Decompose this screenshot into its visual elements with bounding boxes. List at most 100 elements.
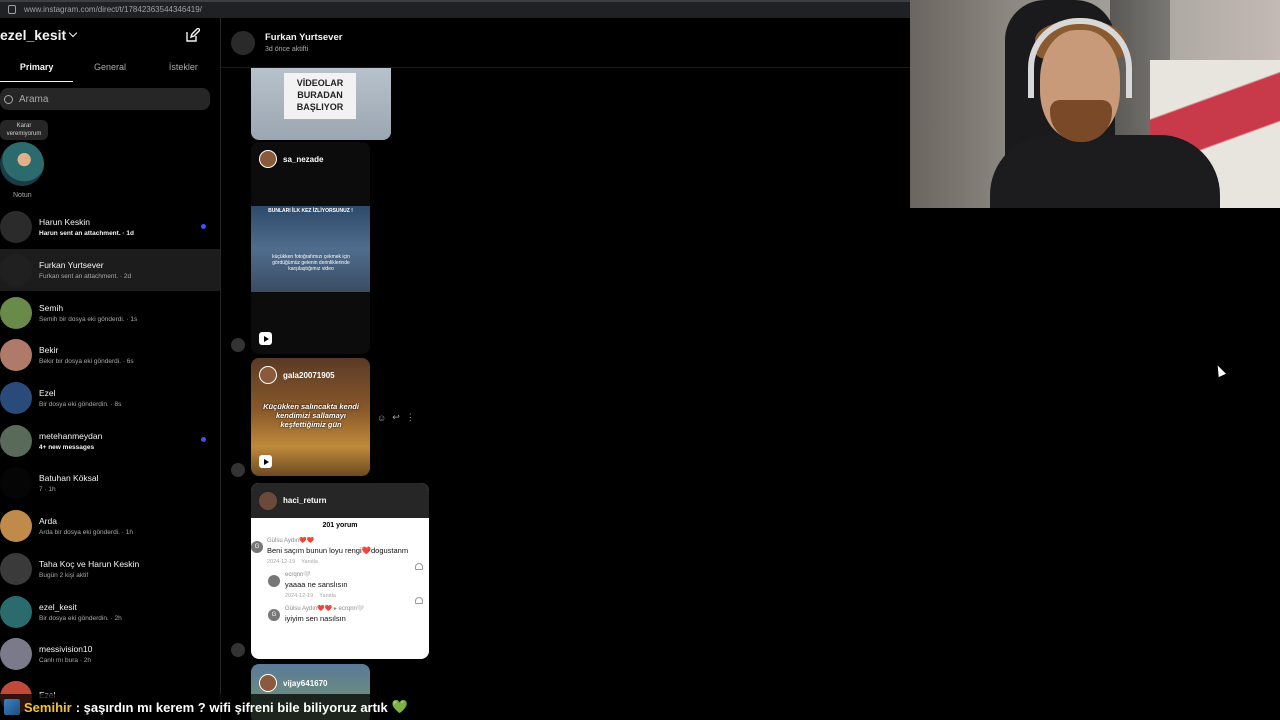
conversation-name: Taha Koç ve Harun Keskin [39,558,140,569]
reply-link[interactable]: Yanıtla [319,593,336,599]
avatar [0,142,44,186]
shared-reel[interactable]: gala20071905 Küçükken salıncakta kendi k… [251,358,370,476]
reel-caption: küçükken fotoğrafımızı çekmek için gördü… [272,254,350,272]
shared-reel[interactable]: sa_nezade BUNLARI İLK KEZ İZLİYORSUNUZ !… [251,142,370,354]
reel-caption: BUNLARI İLK KEZ İZLİYORSUNUZ ! [268,208,353,214]
heart-icon[interactable] [415,597,423,604]
conversation-item[interactable]: ezel_kesit Bir dosya eki gönderdin. · 2h [0,590,220,633]
avatar [0,339,32,372]
search-box[interactable] [0,88,210,110]
conversation-item[interactable]: Semih Semih bir dosya eki gönderdi. · 1s [0,291,220,334]
heart-icon[interactable] [415,563,423,570]
conversation-item[interactable]: Bekir Bekir bir dosya eki gönderdi. · 6s [0,334,220,377]
comment: ecrqnn🤍 yaaaa ne sanslısın 2024-12-19 Yanı… [251,571,429,604]
avatar [0,382,32,415]
comment-user: ecrqnn🤍 [285,572,311,578]
avatar: G [268,609,280,621]
avatar [259,366,277,384]
chat-panel: Furkan Yurtsever 3d önce aktifti VİDEOLA… [221,18,910,720]
conversation-name: Ezel [39,388,56,399]
comment-count: 201 yorum [322,522,358,529]
reel-owner: vijay641670 [259,674,328,692]
note[interactable]: Karar veremiyorum Notun [0,120,60,206]
conversation-name: messivision10 [39,644,93,655]
conversation-name: metehanmeydan [39,430,103,441]
conversation-preview: Semih bir dosya eki gönderdi. · 1s [39,315,138,323]
message-actions: ☺ ↩ ⋮ [377,412,415,423]
chat-emoji: 💚 [391,699,408,714]
new-message-button[interactable] [186,27,201,42]
comment-meta: 2024-12-19 Yanıtla [267,559,429,565]
comment-date: 2024-12-19 [267,559,296,565]
tab-requests[interactable]: İstekler [147,52,220,82]
conversation-name: Batuhan Köksal [39,473,99,484]
avatar [0,424,32,457]
stream-chat-message: Semihir : şaşırdın mı kerem ? wifi şifre… [0,694,532,720]
browser-url-bar[interactable]: www.instagram.com/direct/t/1784236354434… [0,0,910,18]
more-icon[interactable]: ⋮ [406,412,415,423]
comment-date: 2024-12-19 [285,593,314,599]
compose-icon [186,27,201,42]
reel-owner-name: gala20071905 [283,370,335,380]
conversation-item[interactable]: Harun Keskin Harun sent an attachment. · … [0,206,220,249]
conversation-item[interactable]: Ezel Bir dosya eki gönderdin. · 8s [0,377,220,420]
conversation-item[interactable]: Batuhan Köksal 7 · 1h [0,462,220,505]
conversation-preview: Harun sent an attachment. · 1d [39,230,134,238]
url-text[interactable]: www.instagram.com/direct/t/1784236354434… [24,5,202,14]
comment-text: yaaaa ne sanslısın [285,580,348,589]
play-icon [259,332,272,345]
comment-user: Gülsu Aydın❤️❤️ [267,538,315,544]
conversation-name: Semih [39,302,64,313]
comment-user: Gülsu Aydın❤️❤️ ▸ ecrqnn🤍 [285,606,365,612]
chat-badge-icon [4,699,20,715]
shared-comments-post[interactable]: haci_return 201 yorum G Gülsu Aydın❤️❤️ Be… [251,483,429,659]
comment: G Gülsu Aydın❤️❤️ ▸ ecrqnn🤍 iyiyim sen nas… [251,605,429,623]
conversation-name: Bekir [39,345,59,356]
shared-post[interactable]: VİDEOLAR BURADAN BAŞLIYOR [251,68,391,140]
conversation-list: Harun Keskin Harun sent an attachment. · … [0,206,220,718]
contact-status: 3d önce aktifti [265,46,309,53]
search-input[interactable] [19,93,179,105]
avatar [0,595,32,628]
post-sign-text: VİDEOLAR BURADAN BAŞLIYOR [284,73,356,119]
account-switcher[interactable]: ezel_kesit [0,27,78,43]
tab-primary[interactable]: Primary [0,52,74,82]
browser-tab-strip [0,0,910,2]
unread-dot [201,224,206,229]
reel-owner: gala20071905 [259,366,335,384]
avatar [0,510,32,543]
webcam-overlay [910,0,1280,208]
tab-general[interactable]: General [73,52,146,82]
reel-caption: Küçükken salıncakta kendi kendimizi sall… [263,402,359,429]
reel-owner-name: sa_nezade [283,154,324,164]
avatar [259,491,277,510]
conversation-preview: 7 · 1h [39,486,56,494]
conversation-name: ezel_kesit [39,601,77,612]
conversation-item[interactable]: Furkan Yurtsever Furkan sent an attachmen… [0,248,220,292]
note-bubble: Karar veremiyorum [0,120,48,140]
conversation-preview: Bekir bir dosya eki gönderdi. · 6s [39,358,134,366]
comment-text: iyiyim sen nasılsın [285,614,346,623]
conversation-preview: 4+ new messages [39,443,95,451]
avatar [0,467,32,500]
avatar [231,463,245,477]
chat-username: Semihir [24,699,72,715]
conversation-item[interactable]: metehanmeydan 4+ new messages [0,419,220,462]
streamer-shirt [990,135,1220,208]
reply-link[interactable]: Yanıtla [301,559,318,565]
screen: www.instagram.com/direct/t/1784236354434… [0,0,1280,720]
chat-header[interactable]: Furkan Yurtsever 3d önce aktifti [221,18,910,68]
post-owner: haci_return [251,483,429,518]
conversation-item[interactable]: messivision10 Canlı mı bura · 2h [0,633,220,676]
conversation-item[interactable]: Taha Koç ve Harun Keskin Bugün 2 kişi akt… [0,548,220,591]
unread-dot [201,437,206,443]
avatar [268,575,280,587]
react-icon[interactable]: ☺ [377,413,386,423]
conversation-preview: Furkan sent an attachment. · 2d [39,273,132,281]
reply-icon[interactable]: ↩ [392,412,400,423]
post-owner-name: haci_return [283,496,327,505]
chevron-down-icon [68,28,78,38]
conversation-item[interactable]: Arda Arda bir dosya eki gönderdi. · 1h [0,505,220,548]
search-icon [4,94,13,104]
play-icon [259,455,272,468]
